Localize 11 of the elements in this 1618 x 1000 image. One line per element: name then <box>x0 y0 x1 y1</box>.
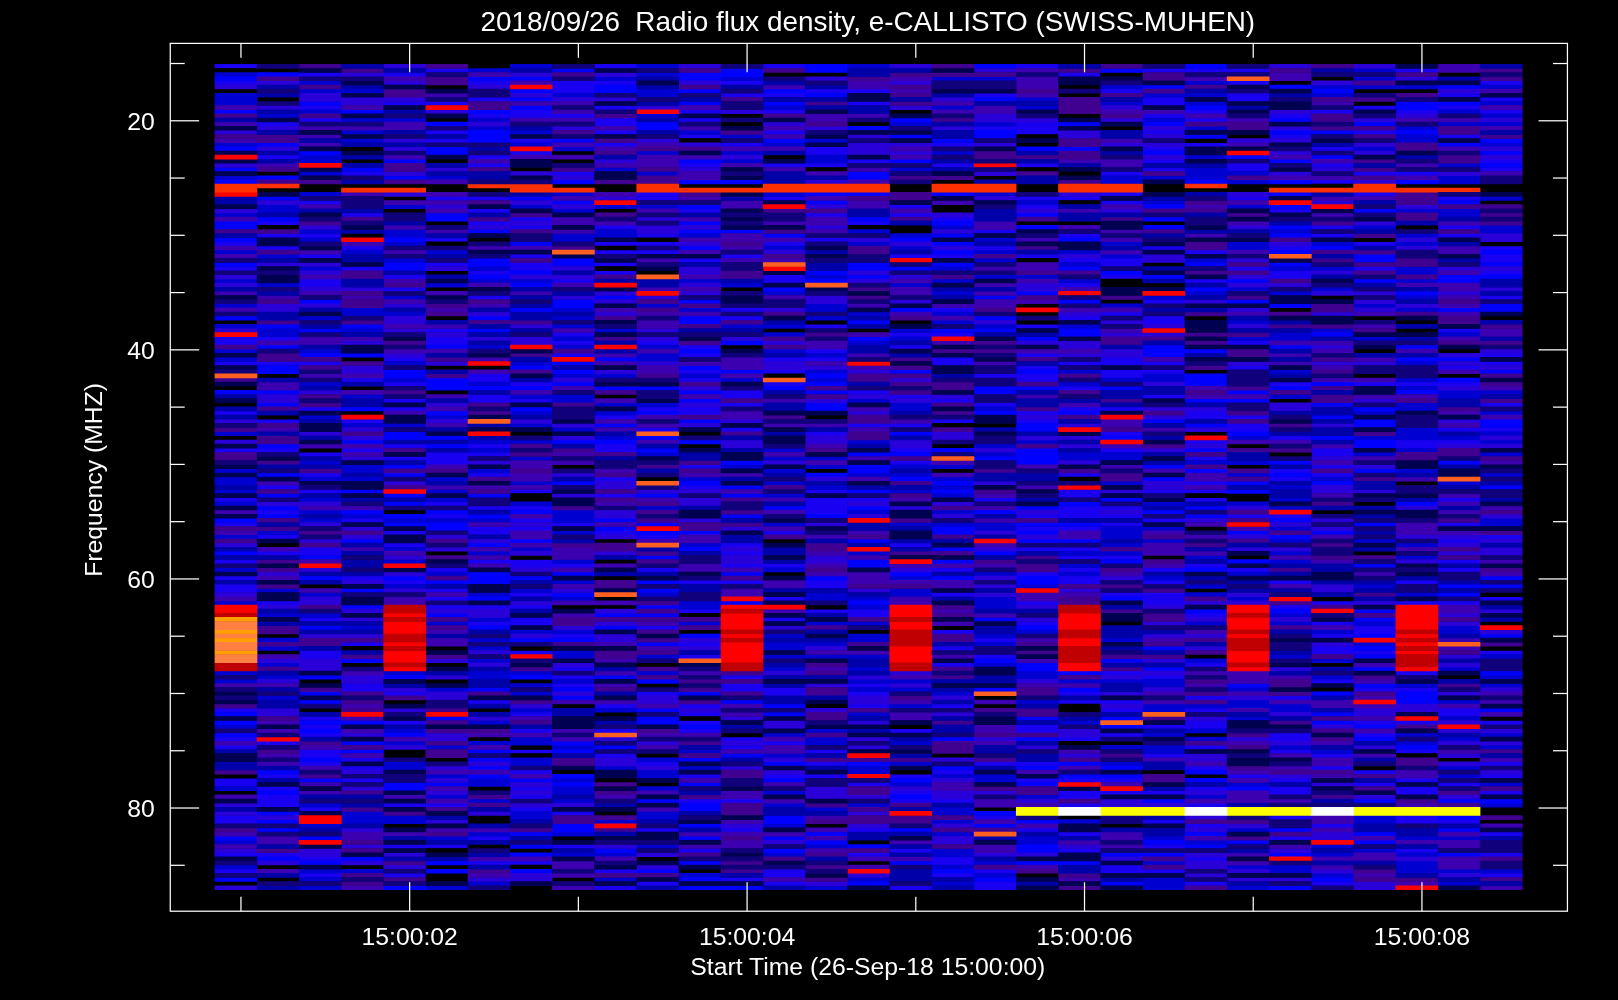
tick-label: 15:00:08 <box>1373 923 1471 951</box>
axis-label: Start Time (26-Sep-18 15:00:00) <box>690 953 1046 981</box>
tick-label: 20 <box>127 108 155 136</box>
chart-title: 2018/09/26 Radio flux density, e-CALLISTO (SWISS-MUHEN) <box>480 6 1256 37</box>
axis-label: Frequency (MHZ) <box>80 382 108 577</box>
tick-label: 80 <box>127 795 155 823</box>
tick-label: 15:00:02 <box>361 923 458 951</box>
tick-label: 15:00:04 <box>698 923 796 951</box>
tick-label: 15:00:06 <box>1036 923 1133 951</box>
tick-label: 40 <box>127 337 155 365</box>
tick-label: 60 <box>127 566 155 594</box>
